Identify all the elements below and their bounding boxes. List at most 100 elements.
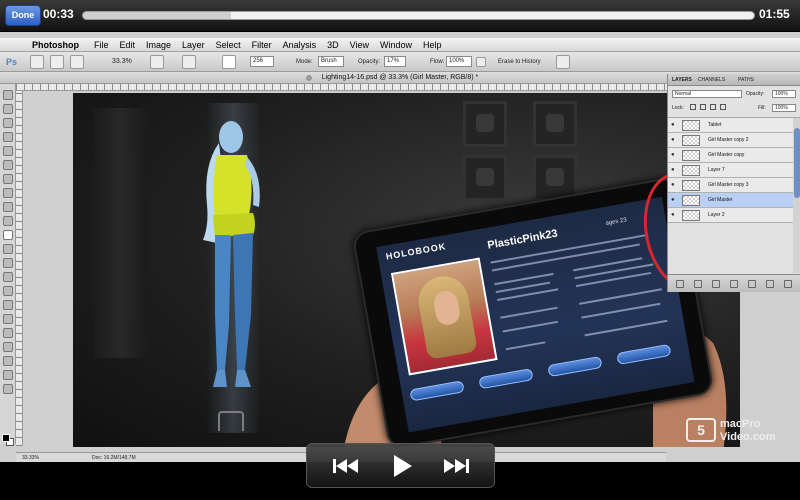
eraser-tool-icon[interactable] (3, 230, 13, 240)
tablet-pressure-icon[interactable] (556, 55, 570, 69)
eyedropper-tool-icon[interactable] (3, 160, 13, 170)
menu-edit[interactable]: Edit (120, 40, 136, 50)
blur-tool-icon[interactable] (3, 258, 13, 268)
menu-select[interactable]: Select (216, 40, 241, 50)
3d-rotate-tool-icon[interactable] (3, 342, 13, 352)
video-frame[interactable]: Photoshop File Edit Image Layer Select Filter… (0, 32, 800, 462)
menu-image[interactable]: Image (146, 40, 171, 50)
visibility-eye-icon[interactable]: ● (671, 182, 677, 188)
menu-help[interactable]: Help (423, 40, 442, 50)
done-button[interactable]: Done (5, 5, 41, 26)
holobook-logo: HOLOBOOK (385, 241, 447, 262)
layer-row[interactable]: ● Girl Master (668, 193, 793, 208)
menu-layer[interactable]: Layer (182, 40, 205, 50)
text-line (505, 341, 546, 351)
airbrush-icon[interactable] (476, 57, 486, 67)
layer-name: Girl Master copy 2 (708, 137, 749, 143)
gradient-tool-icon[interactable] (3, 244, 13, 254)
close-icon[interactable] (306, 75, 312, 81)
pen-tool-icon[interactable] (3, 286, 13, 296)
tab-layers[interactable]: LAYERS (672, 77, 692, 83)
type-tool-icon[interactable] (3, 300, 13, 310)
visibility-eye-icon[interactable]: ● (671, 122, 677, 128)
move-tool-icon[interactable] (3, 90, 13, 100)
extras-icon (70, 55, 84, 69)
layer-row[interactable]: ● Girl Master copy 3 (668, 178, 793, 193)
add-mask-icon[interactable] (712, 280, 720, 288)
3d-orbit-tool-icon[interactable] (3, 356, 13, 366)
adjustment-layer-icon[interactable] (730, 280, 738, 288)
fill-label: Fill: (758, 105, 766, 111)
layer-row[interactable]: ● Tablet (668, 118, 793, 133)
zoom-tool-icon[interactable] (3, 384, 13, 394)
new-group-icon[interactable] (748, 280, 756, 288)
quick-select-tool-icon[interactable] (3, 132, 13, 142)
layer-row[interactable]: ● Girl Master copy 2 (668, 133, 793, 148)
visibility-eye-icon[interactable]: ● (671, 212, 677, 218)
menu-window[interactable]: Window (380, 40, 412, 50)
delete-layer-icon[interactable] (784, 280, 792, 288)
history-brush-tool-icon[interactable] (3, 216, 13, 226)
hand-tool-icon[interactable] (3, 370, 13, 380)
fast-forward-icon[interactable] (443, 453, 471, 479)
lock-move-icon[interactable] (710, 104, 716, 110)
layer-style-icon[interactable] (694, 280, 702, 288)
tab-channels[interactable]: CHANNELS (698, 77, 725, 83)
hologram-projector-base (218, 411, 244, 431)
stamp-tool-icon[interactable] (3, 202, 13, 212)
layer-row[interactable]: ● Girl Master copy (668, 148, 793, 163)
link-layers-icon[interactable] (676, 280, 684, 288)
menu-file[interactable]: File (94, 40, 109, 50)
playback-scrubber[interactable] (82, 11, 755, 20)
foreground-color-swatch[interactable] (2, 434, 10, 442)
layer-thumbnail (682, 180, 700, 191)
lock-paint-icon[interactable] (700, 104, 706, 110)
new-layer-icon[interactable] (766, 280, 774, 288)
lock-pixels-icon[interactable] (690, 104, 696, 110)
visibility-eye-icon[interactable]: ● (671, 152, 677, 158)
layer-scroll-thumb[interactable] (794, 128, 800, 198)
marquee-tool-icon[interactable] (3, 104, 13, 114)
dodge-tool-icon[interactable] (3, 272, 13, 282)
rewind-icon[interactable] (331, 453, 359, 479)
minibridge-icon (50, 55, 64, 69)
opacity-field[interactable]: 17% (384, 56, 406, 67)
visibility-eye-icon[interactable]: ● (671, 167, 677, 173)
horizontal-ruler (16, 84, 668, 91)
document-canvas[interactable]: HOLOBOOK PlasticPink23 ages 23 (73, 93, 740, 447)
layer-thumbnail (682, 120, 700, 131)
blend-mode-select[interactable]: Normal (672, 90, 742, 98)
healing-tool-icon[interactable] (3, 174, 13, 184)
layer-name: Girl Master copy (708, 152, 745, 158)
menu-filter[interactable]: Filter (252, 40, 272, 50)
menu-3d[interactable]: 3D (327, 40, 339, 50)
visibility-eye-icon[interactable]: ● (671, 197, 677, 203)
path-select-tool-icon[interactable] (3, 314, 13, 324)
brush-tool-icon[interactable] (3, 188, 13, 198)
brush-preset-icon[interactable] (222, 55, 236, 69)
text-line (574, 263, 654, 280)
tab-paths[interactable]: PATHS (738, 77, 754, 83)
lock-all-icon[interactable] (720, 104, 726, 110)
layer-row[interactable]: ● Layer 2 (668, 208, 793, 223)
text-line (581, 302, 661, 319)
mode-select[interactable]: Brush (318, 56, 344, 67)
layer-opacity-field[interactable]: 100% (772, 90, 796, 98)
layer-name: Girl Master copy 3 (708, 182, 749, 188)
erase-to-history[interactable]: Erase to History (498, 56, 541, 68)
visibility-eye-icon[interactable]: ● (671, 137, 677, 143)
lasso-tool-icon[interactable] (3, 118, 13, 128)
flow-field[interactable]: 100% (446, 56, 472, 67)
layer-name: Layer 7 (708, 167, 725, 173)
shape-tool-icon[interactable] (3, 328, 13, 338)
layer-name: Layer 2 (708, 212, 725, 218)
play-icon[interactable] (387, 453, 415, 479)
layer-scrollbar[interactable] (793, 118, 800, 273)
layer-opacity-label: Opacity: (746, 91, 765, 97)
brush-size[interactable]: 256 (250, 56, 274, 67)
layer-row[interactable]: ● Layer 7 (668, 163, 793, 178)
menu-view[interactable]: View (350, 40, 369, 50)
menu-analysis[interactable]: Analysis (283, 40, 317, 50)
crop-tool-icon[interactable] (3, 146, 13, 156)
fill-field[interactable]: 100% (772, 104, 796, 112)
